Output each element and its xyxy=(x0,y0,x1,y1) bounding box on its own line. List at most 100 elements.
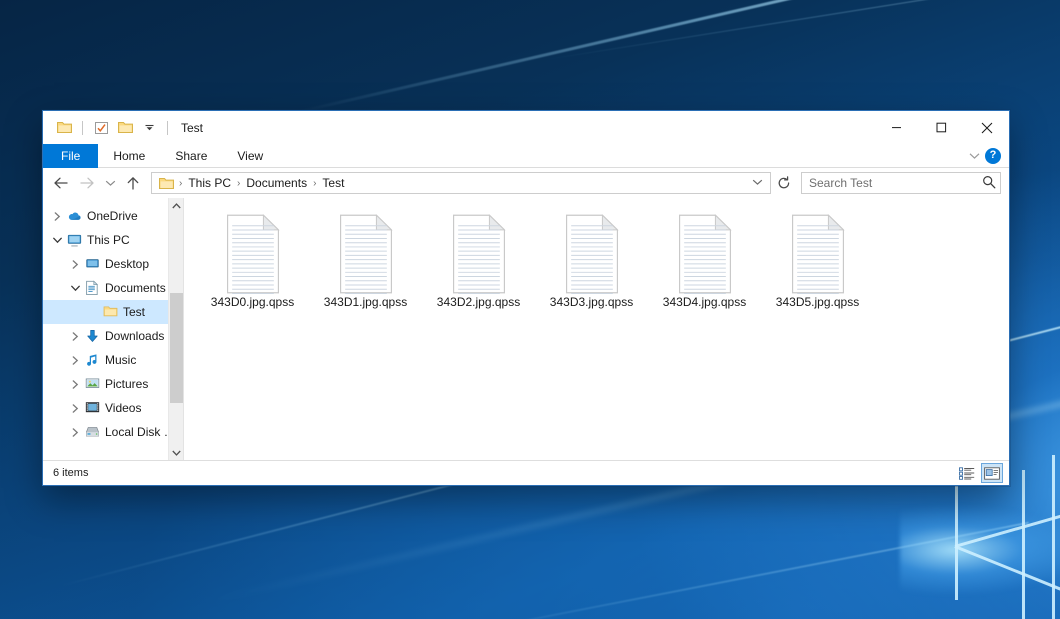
pictures-icon xyxy=(83,377,101,391)
breadcrumb-folder-icon xyxy=(157,177,176,190)
file-name-label: 343D5.jpg.qpss xyxy=(774,294,861,310)
details-view-button[interactable] xyxy=(956,463,978,483)
music-icon xyxy=(83,353,101,368)
chevron-right-icon[interactable] xyxy=(67,332,83,341)
windows-logo-pane-line xyxy=(955,545,1060,596)
window-controls xyxy=(874,111,1009,144)
file-item[interactable]: 343D3.jpg.qpss xyxy=(535,208,648,320)
maximize-button[interactable] xyxy=(919,111,964,144)
back-button[interactable] xyxy=(49,171,73,195)
windows-logo-pane-line xyxy=(1052,455,1055,619)
chevron-right-icon[interactable] xyxy=(67,428,83,437)
generic-document-icon xyxy=(556,212,628,292)
search-icon[interactable] xyxy=(982,175,996,192)
sidebar-item-label: Downloads xyxy=(105,329,164,343)
file-item[interactable]: 343D1.jpg.qpss xyxy=(309,208,422,320)
chevron-down-icon[interactable] xyxy=(138,117,160,139)
windows-logo-pane-line xyxy=(955,480,958,600)
generic-document-icon xyxy=(443,212,515,292)
tab-view[interactable]: View xyxy=(222,144,278,168)
tab-home[interactable]: Home xyxy=(98,144,160,168)
status-bar: 6 items xyxy=(43,460,1009,485)
tab-file[interactable]: File xyxy=(43,144,98,168)
recent-locations-button[interactable] xyxy=(101,171,119,195)
search-input[interactable]: Search Test xyxy=(801,172,1001,194)
cloud-icon xyxy=(65,209,83,223)
help-icon[interactable]: ? xyxy=(985,148,1001,164)
generic-document-icon xyxy=(669,212,741,292)
sidebar-item-documents[interactable]: Documents xyxy=(43,276,183,300)
scroll-down-icon[interactable] xyxy=(169,445,184,460)
tab-share[interactable]: Share xyxy=(160,144,222,168)
file-name-label: 343D3.jpg.qpss xyxy=(548,294,635,310)
breadcrumb[interactable]: › This PC › Documents › Test xyxy=(151,172,771,194)
chevron-right-icon[interactable] xyxy=(67,356,83,365)
breadcrumb-item-test[interactable]: Test xyxy=(319,176,347,190)
close-button[interactable] xyxy=(964,111,1009,144)
sidebar-item-this-pc[interactable]: This PC xyxy=(43,228,183,252)
folder-icon[interactable] xyxy=(53,117,75,139)
sidebar-item-label: Music xyxy=(105,353,136,367)
generic-document-icon xyxy=(217,212,289,292)
desktop-icon xyxy=(83,257,101,271)
sidebar-item-downloads[interactable]: Downloads xyxy=(43,324,183,348)
sidebar-item-test[interactable]: Test xyxy=(43,300,183,324)
view-mode-buttons xyxy=(956,463,1003,483)
sidebar-item-local-disk-c[interactable]: Local Disk (C:) xyxy=(43,420,183,444)
forward-button[interactable] xyxy=(75,171,99,195)
chevron-right-icon[interactable] xyxy=(49,212,65,221)
chevron-right-icon[interactable] xyxy=(67,404,83,413)
chevron-down-icon[interactable] xyxy=(67,285,83,292)
sidebar-item-pictures[interactable]: Pictures xyxy=(43,372,183,396)
sidebar-item-onedrive[interactable]: OneDrive xyxy=(43,204,183,228)
minimize-button[interactable] xyxy=(874,111,919,144)
chevron-right-icon[interactable] xyxy=(67,380,83,389)
documents-icon xyxy=(83,280,101,296)
toolbar-separator xyxy=(167,121,168,135)
file-grid: 343D0.jpg.qpss 343D1.jpg.qpss 343D2.jpg.… xyxy=(196,208,1009,320)
sidebar-item-label: Desktop xyxy=(105,257,149,271)
up-button[interactable] xyxy=(121,171,145,195)
wallpaper-light-beam xyxy=(420,522,1029,619)
file-item[interactable]: 343D0.jpg.qpss xyxy=(196,208,309,320)
folder-tree: OneDrive This PC Desktop Documents Test D… xyxy=(43,204,183,444)
scrollbar-thumb[interactable] xyxy=(170,293,183,403)
sidebar-item-videos[interactable]: Videos xyxy=(43,396,183,420)
chevron-down-icon[interactable] xyxy=(965,144,983,168)
sidebar-item-music[interactable]: Music xyxy=(43,348,183,372)
file-item[interactable]: 343D4.jpg.qpss xyxy=(648,208,761,320)
breadcrumb-dropdown-icon[interactable] xyxy=(747,178,768,189)
breadcrumb-separator: › xyxy=(234,178,243,189)
file-explorer-window: Test File Home Share View ? xyxy=(42,110,1010,486)
explorer-body: OneDrive This PC Desktop Documents Test D… xyxy=(43,198,1009,460)
navigation-pane: OneDrive This PC Desktop Documents Test D… xyxy=(43,198,184,460)
sidebar-item-desktop[interactable]: Desktop xyxy=(43,252,183,276)
breadcrumb-item-documents[interactable]: Documents xyxy=(243,176,310,190)
breadcrumb-item-this-pc[interactable]: This PC xyxy=(185,176,234,190)
chevron-down-icon[interactable] xyxy=(49,237,65,244)
file-item[interactable]: 343D5.jpg.qpss xyxy=(761,208,874,320)
file-name-label: 343D1.jpg.qpss xyxy=(322,294,409,310)
file-item[interactable]: 343D2.jpg.qpss xyxy=(422,208,535,320)
properties-icon[interactable] xyxy=(90,117,112,139)
folder-icon xyxy=(101,305,119,319)
quick-access-toolbar: Test xyxy=(43,111,203,144)
scroll-up-icon[interactable] xyxy=(169,198,183,213)
large-icons-view-button[interactable] xyxy=(981,463,1003,483)
wallpaper-glow xyxy=(900,505,1060,595)
title-bar: Test xyxy=(43,111,1009,144)
sidebar-item-label: OneDrive xyxy=(87,209,138,223)
download-icon xyxy=(83,329,101,344)
chevron-right-icon[interactable] xyxy=(67,260,83,269)
new-folder-icon[interactable] xyxy=(114,117,136,139)
sidebar-item-label: Pictures xyxy=(105,377,148,391)
sidebar-item-label: Videos xyxy=(105,401,141,415)
refresh-icon[interactable] xyxy=(773,172,795,194)
file-name-label: 343D0.jpg.qpss xyxy=(209,294,296,310)
videos-icon xyxy=(83,401,101,415)
file-list-view[interactable]: 343D0.jpg.qpss 343D1.jpg.qpss 343D2.jpg.… xyxy=(184,198,1009,460)
wallpaper-light-beam xyxy=(300,0,1041,112)
search-placeholder: Search Test xyxy=(809,176,982,190)
windows-logo-pane-line xyxy=(1022,470,1025,619)
sidebar-scrollbar[interactable] xyxy=(168,198,183,460)
